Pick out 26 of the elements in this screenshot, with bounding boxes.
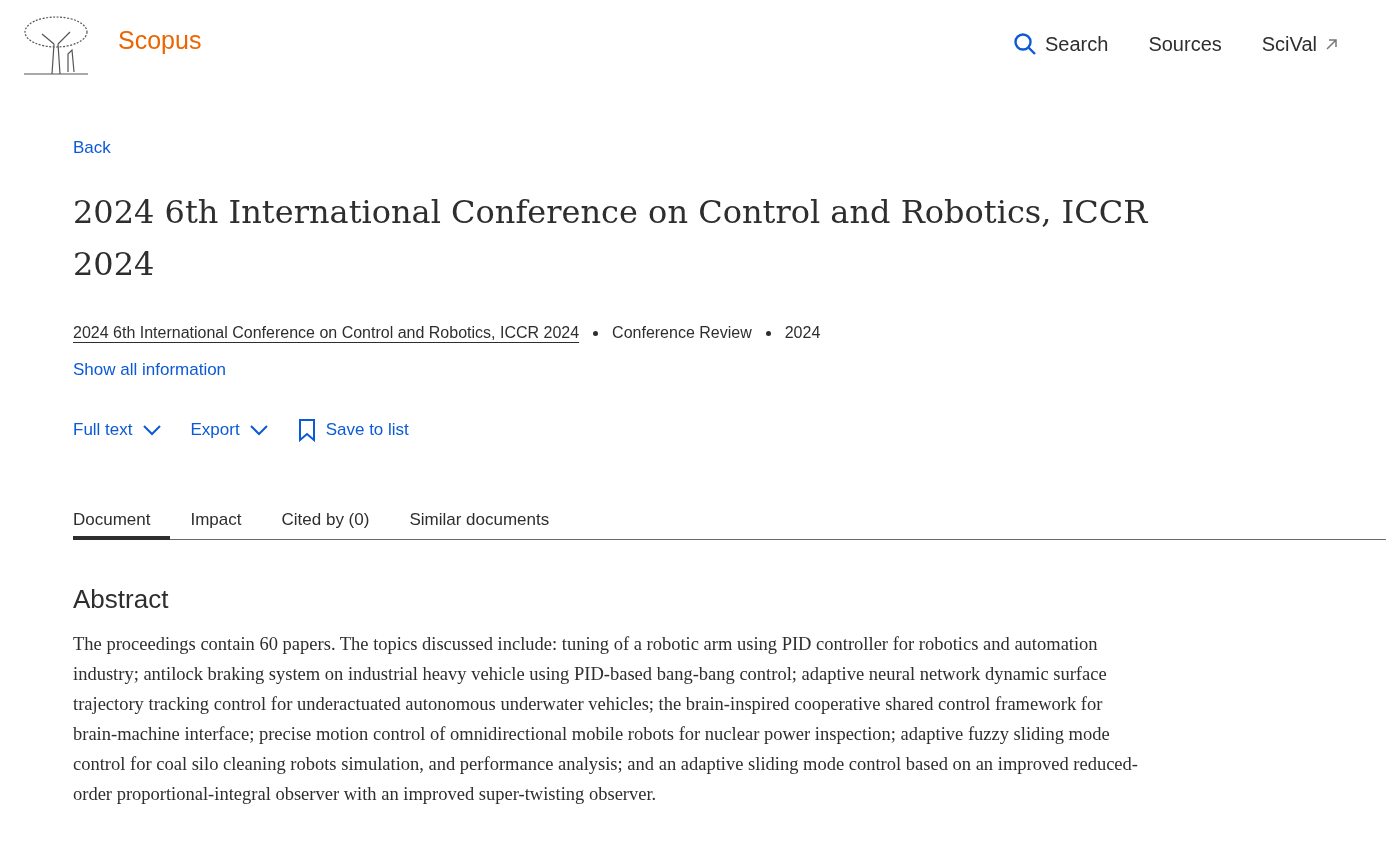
nav-link[interactable]: SciVal xyxy=(1261,32,1338,56)
chevron-down-icon xyxy=(249,424,268,436)
tab[interactable]: Similar documents xyxy=(389,510,570,540)
document-title: 2024 6th International Conference on Control and Robotics, ICCR 2024 xyxy=(73,192,1149,285)
external-link-icon xyxy=(1325,37,1338,51)
bookmark-icon xyxy=(297,418,316,442)
tab[interactable]: Document xyxy=(73,510,171,540)
publication-year: 2024 xyxy=(784,324,821,342)
abstract-heading: Abstract xyxy=(73,584,170,615)
back-link[interactable]: Back xyxy=(73,138,111,158)
nav-link[interactable]: Search xyxy=(1013,32,1109,56)
separator-dot xyxy=(765,330,771,336)
search-icon xyxy=(1013,32,1038,56)
dropdown-button[interactable]: Full text xyxy=(73,418,161,442)
tab[interactable]: Impact xyxy=(170,510,262,540)
tree-logo-icon xyxy=(22,14,90,76)
abstract-text: The proceedings contain 60 papers. The topics discussed include: tuning of a robotic arm using PID controller for robotics and automation industry; antilock braking system on industrial heavy vehicle using PID-based bang-bang control; adaptive neural network dynamic surface trajectory tracking control for underactuated autonomous underwater vehicles; the brain-inspired cooperative shared control framework for brain-machine interface; precise motion control of omnidirectional mobile robots for nuclear power inspection; adaptive fuzzy sliding mode control for coal silo cleaning robots simulation, and performance analysis; and an adaptive sliding mode control based on an improved reduced-order proportional-integral observer with an improved super-twisting observer. xyxy=(73,633,1139,806)
dropdown-button[interactable]: Export xyxy=(190,418,268,442)
separator-dot xyxy=(593,330,599,336)
chevron-down-icon xyxy=(142,424,161,436)
nav-link[interactable]: Sources xyxy=(1148,32,1222,56)
show-all-information-link[interactable]: Show all information xyxy=(73,360,227,380)
document-type: Conference Review xyxy=(612,324,752,342)
source-link[interactable]: 2024 6th International Conference on Control and Robotics, ICCR 2024 xyxy=(73,324,580,342)
tab[interactable]: Cited by (0) xyxy=(261,510,390,540)
save-to-list-button[interactable]: Save to list xyxy=(297,418,409,442)
